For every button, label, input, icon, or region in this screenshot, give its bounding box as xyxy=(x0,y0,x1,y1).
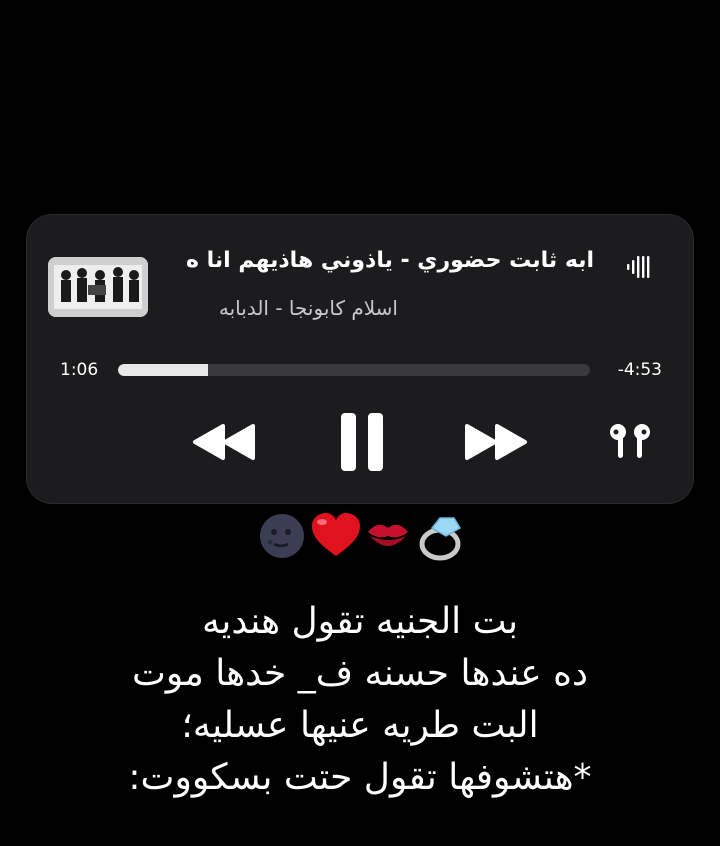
album-artwork[interactable] xyxy=(48,257,148,317)
rewind-icon xyxy=(193,424,255,460)
airpods-icon xyxy=(610,424,650,458)
fast-forward-icon xyxy=(465,424,527,460)
song-title[interactable]: ابه ثابت حضوري - ياذوني هاذيهم انا ه xyxy=(154,248,594,273)
lyrics-caption: بت الجنيه تقول هنديه ده عندها حسنه ف_ خد… xyxy=(70,596,650,804)
pause-button[interactable] xyxy=(324,410,400,474)
emoji-row xyxy=(256,510,466,562)
elapsed-time: 1:06 xyxy=(60,360,99,380)
caption-line: بت الجنيه تقول هنديه xyxy=(202,601,518,642)
kiss-mark-emoji xyxy=(368,524,408,546)
airplay-output-button[interactable] xyxy=(604,410,656,474)
caption-line: البت طريه عنيها عسليه؛ xyxy=(181,705,539,746)
progress-fill xyxy=(118,364,208,376)
ring-emoji xyxy=(419,517,462,561)
caption-line: ده عندها حسنه ف_ خدها موت xyxy=(131,653,589,694)
moon-face-emoji xyxy=(260,514,304,558)
now-playing-widget: ابه ثابت حضوري - ياذوني هاذيهم انا ه اسل… xyxy=(26,214,694,504)
caption-line: *هتشوفها تقول حتت بسكووت: xyxy=(128,757,592,798)
pause-icon xyxy=(341,413,383,471)
progress-scrubber[interactable] xyxy=(118,364,590,376)
audio-waveform-icon xyxy=(626,254,652,280)
artist-name[interactable]: اسلام كابونجا - الدبابه xyxy=(138,296,398,320)
fast-forward-button[interactable] xyxy=(458,410,534,474)
remaining-time: -4:53 xyxy=(617,360,662,380)
rewind-button[interactable] xyxy=(186,410,262,474)
red-heart-emoji xyxy=(312,513,360,556)
